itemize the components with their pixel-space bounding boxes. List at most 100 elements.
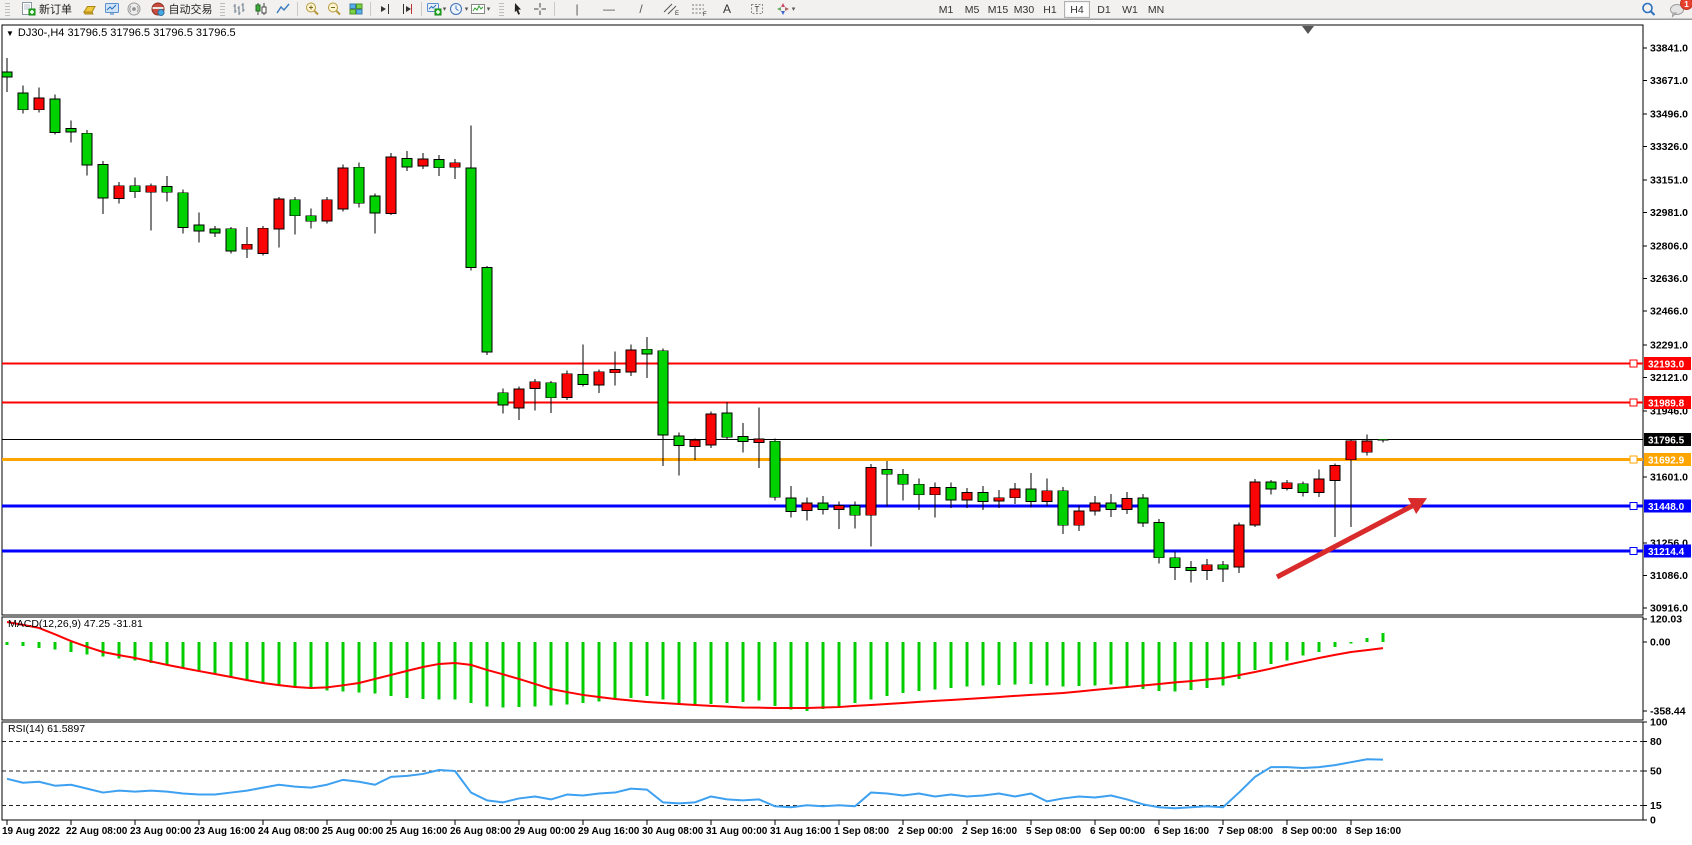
candle-body (546, 383, 556, 398)
timeframe-button-H4[interactable]: H4 (1064, 1, 1090, 18)
candle-body (1266, 482, 1276, 489)
auto-trading-button[interactable]: 自动交易 (145, 1, 217, 18)
new-order-icon (20, 1, 36, 17)
candle-body (722, 413, 732, 437)
candlestick-type-button[interactable] (250, 1, 272, 18)
dropdown-caret-icon: ▾ (792, 5, 796, 13)
candle-body (514, 389, 524, 408)
vertical-line-icon: | (575, 2, 578, 16)
trend-arrow-line[interactable] (1277, 506, 1412, 577)
timeframe-button-H1[interactable]: H1 (1038, 2, 1062, 17)
time-tick-label: 31 Aug 00:00 (706, 826, 768, 837)
signal-icon (126, 1, 142, 17)
auto-scroll-icon (399, 1, 415, 17)
price-tick-label: 32981.0 (1650, 207, 1688, 219)
timeframe-button-D1[interactable]: D1 (1092, 2, 1116, 17)
search-button[interactable] (1637, 1, 1659, 18)
text-tool-button[interactable]: A (716, 1, 738, 18)
timeframe-button-M15[interactable]: M15 (986, 2, 1010, 17)
candle-body (850, 505, 860, 515)
price-tick-label: 33326.0 (1650, 141, 1688, 153)
arrows-tool-button[interactable]: ▾ (774, 1, 796, 18)
rsi-tick-label: 80 (1650, 736, 1662, 748)
candle-body (818, 503, 828, 510)
crosshair-icon (532, 1, 548, 17)
candle-body (338, 168, 348, 209)
tile-windows-icon (348, 1, 364, 17)
chart-canvas[interactable]: 33841.033671.033496.033326.033151.032981… (0, 0, 1692, 845)
auto-trading-label: 自动交易 (169, 1, 213, 17)
symbol-dropdown-icon[interactable]: ▼ (6, 29, 14, 38)
candle-body (450, 163, 460, 168)
toolbar-separator (297, 2, 298, 16)
chart-window-button[interactable] (101, 1, 123, 18)
new-chart-icon (426, 1, 442, 17)
channel-tool-button[interactable]: E (660, 1, 682, 18)
candle-body (530, 382, 540, 389)
price-tick-label: 33841.0 (1650, 43, 1688, 55)
timeframe-button-M30[interactable]: M30 (1012, 2, 1036, 17)
candle-body (50, 99, 60, 132)
line-anchor-marker[interactable] (1630, 503, 1637, 510)
market-watch-button[interactable] (79, 1, 101, 18)
zoom-in-button[interactable] (301, 1, 323, 18)
crosshair-tool-button[interactable] (529, 1, 551, 18)
candle-body (946, 488, 956, 500)
horizontal-line-tool-button[interactable]: — (598, 1, 620, 18)
candle-body (674, 436, 684, 446)
price-tick-label: 32121.0 (1650, 372, 1688, 384)
candle-body (1378, 439, 1388, 440)
template-icon (470, 1, 486, 17)
candle-body (418, 159, 428, 166)
time-tick-label: 1 Sep 08:00 (834, 826, 889, 837)
timeframe-button-M5[interactable]: M5 (960, 2, 984, 17)
tile-windows-button[interactable] (345, 1, 367, 18)
candle-body (1106, 503, 1116, 510)
zoom-out-icon (326, 1, 342, 17)
time-tick-label: 5 Sep 08:00 (1026, 826, 1081, 837)
fibonacci-tool-button[interactable]: F (688, 1, 710, 18)
line-chart-type-button[interactable] (272, 1, 294, 18)
price-line-label: 31692.9 (1648, 455, 1685, 466)
text-label-tool-button[interactable]: T (746, 1, 768, 18)
vertical-line-tool-button[interactable]: | (566, 1, 588, 18)
new-chart-button[interactable]: ▾ (425, 1, 447, 18)
candle-body (34, 98, 44, 110)
chart-shift-marker[interactable] (1302, 26, 1314, 34)
zoom-out-button[interactable] (323, 1, 345, 18)
time-tick-label: 26 Aug 08:00 (450, 826, 512, 837)
timeframe-button-MN[interactable]: MN (1144, 2, 1168, 17)
toolbar-grip (499, 3, 504, 16)
candle-body (162, 186, 172, 192)
templates-button[interactable]: ▾ (469, 1, 491, 18)
bar-chart-type-button[interactable] (228, 1, 250, 18)
candle-body (594, 372, 604, 385)
timeframe-button-W1[interactable]: W1 (1118, 2, 1142, 17)
chart-shift-icon (377, 1, 393, 17)
signal-button[interactable] (123, 1, 145, 18)
ohlc-bars-icon (231, 1, 247, 17)
toolbar-right: 1 (1637, 0, 1688, 19)
cursor-tool-button[interactable] (507, 1, 529, 18)
line-anchor-marker[interactable] (1630, 547, 1637, 554)
timeframe-button-M1[interactable]: M1 (934, 2, 958, 17)
line-anchor-marker[interactable] (1630, 399, 1637, 406)
new-order-button[interactable]: 新订单 (13, 1, 79, 18)
candle-body (1250, 482, 1260, 525)
candle-body (498, 393, 508, 405)
trendline-tool-button[interactable]: / (630, 1, 652, 18)
candle-body (434, 160, 444, 168)
chat-button[interactable]: 1 (1666, 1, 1688, 18)
rsi-tick-label: 0 (1650, 815, 1656, 827)
chart-shift-button[interactable] (374, 1, 396, 18)
line-anchor-marker[interactable] (1630, 360, 1637, 367)
candle-body (866, 467, 876, 515)
auto-scroll-button[interactable] (396, 1, 418, 18)
price-line-label: 31796.5 (1648, 435, 1685, 446)
candle-body (1090, 503, 1100, 511)
macd-histogram-group (7, 633, 1383, 711)
line-anchor-marker[interactable] (1630, 456, 1637, 463)
periods-button[interactable]: ▾ (447, 1, 469, 18)
candle-body (1058, 491, 1068, 525)
candle-body (1186, 567, 1196, 570)
